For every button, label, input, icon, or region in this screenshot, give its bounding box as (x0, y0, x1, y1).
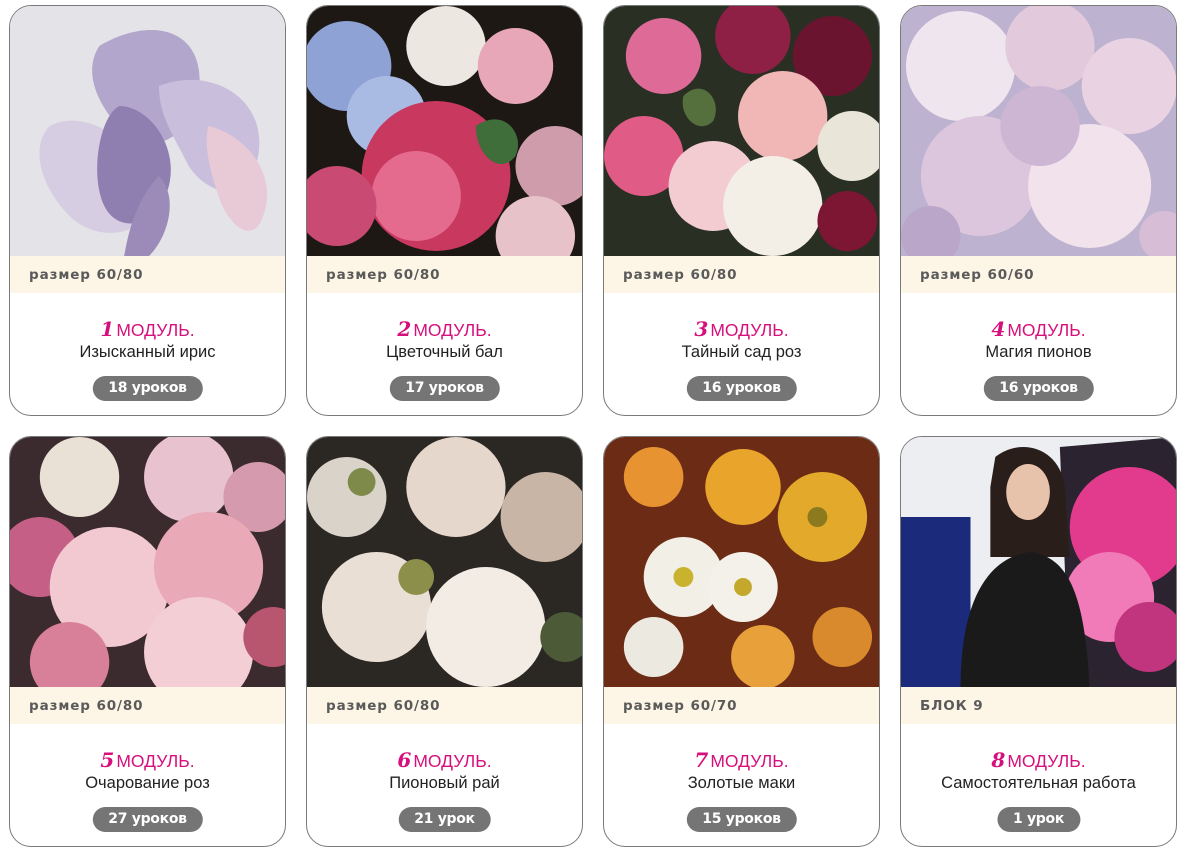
module-heading: 2 МОДУЛЬ. (307, 317, 582, 344)
module-heading: 6 МОДУЛЬ. (307, 748, 582, 775)
lessons-count-button[interactable]: 18 уроков (92, 376, 203, 401)
canvas-size-label: размер 60/60 (901, 256, 1176, 293)
module-heading: 8 МОДУЛЬ. (901, 748, 1176, 775)
module-title: Тайный сад роз (681, 343, 802, 361)
artist-with-painting-photo (901, 437, 1176, 687)
lessons-count-button[interactable]: 15 уроков (686, 807, 797, 832)
golden-poppies-painting (604, 437, 879, 687)
lessons-count-button[interactable]: 27 уроков (92, 807, 203, 832)
module-number: 2 (397, 317, 412, 341)
lessons-count-button[interactable]: 16 уроков (686, 376, 797, 401)
lessons-count-button[interactable]: 16 уроков (983, 376, 1094, 401)
module-heading: 5 МОДУЛЬ. (10, 748, 285, 775)
lessons-count-button[interactable]: 17 уроков (389, 376, 500, 401)
module-card-6[interactable]: размер 60/80 6 МОДУЛЬ. Пионовый рай 21 ур… (306, 436, 583, 847)
module-heading: 4 МОДУЛЬ. (901, 317, 1176, 344)
module-word: МОДУЛЬ. (413, 751, 492, 771)
canvas-size-label: размер 60/80 (307, 687, 582, 724)
lessons-count-button[interactable]: 21 урок (398, 807, 491, 832)
canvas-size-label: размер 60/80 (10, 256, 285, 293)
module-title: Изысканный ирис (79, 343, 216, 361)
module-word: МОДУЛЬ. (116, 751, 195, 771)
module-word: МОДУЛЬ. (1007, 320, 1086, 340)
module-title: Магия пионов (985, 343, 1092, 361)
module-heading: 3 МОДУЛЬ. (604, 317, 879, 344)
module-title: Очарование роз (85, 774, 210, 792)
canvas-size-label: размер 60/80 (604, 256, 879, 293)
module-card-2[interactable]: размер 60/80 2 МОДУЛЬ. Цветочный бал 17 у… (306, 5, 583, 416)
module-card-3[interactable]: размер 60/80 3 МОДУЛЬ. Тайный сад роз 16 … (603, 5, 880, 416)
module-word: МОДУЛЬ. (116, 320, 195, 340)
flower-ball-painting (307, 6, 582, 256)
module-title: Золотые маки (687, 774, 796, 792)
lessons-count-button[interactable]: 1 урок (996, 807, 1081, 832)
module-number: 3 (694, 317, 709, 341)
rose-charm-painting (10, 437, 285, 687)
module-number: 5 (100, 748, 115, 772)
module-number: 6 (397, 748, 412, 772)
secret-rose-garden-painting (604, 6, 879, 256)
canvas-size-label: размер 60/70 (604, 687, 879, 724)
module-word: МОДУЛЬ. (710, 751, 789, 771)
module-title: Пионовый рай (389, 774, 500, 792)
module-title: Самостоятельная работа (941, 774, 1136, 792)
module-number: 8 (991, 748, 1006, 772)
module-word: МОДУЛЬ. (710, 320, 789, 340)
module-word: МОДУЛЬ. (413, 320, 492, 340)
module-card-8[interactable]: БЛОК 9 8 МОДУЛЬ. Самостоятельная работа 1… (900, 436, 1177, 847)
peony-paradise-painting (307, 437, 582, 687)
block-label: БЛОК 9 (901, 687, 1176, 724)
module-number: 1 (100, 317, 115, 341)
module-heading: 1 МОДУЛЬ. (10, 317, 285, 344)
module-title: Цветочный бал (386, 343, 503, 361)
module-card-7[interactable]: размер 60/70 7 МОДУЛЬ. Золотые маки 15 ур… (603, 436, 880, 847)
module-word: МОДУЛЬ. (1007, 751, 1086, 771)
module-card-4[interactable]: размер 60/60 4 МОДУЛЬ. Магия пионов 16 ур… (900, 5, 1177, 416)
module-heading: 7 МОДУЛЬ. (604, 748, 879, 775)
module-number: 7 (694, 748, 709, 772)
module-card-5[interactable]: размер 60/80 5 МОДУЛЬ. Очарование роз 27 … (9, 436, 286, 847)
iris-painting (10, 6, 285, 256)
module-card-1[interactable]: размер 60/80 1 МОДУЛЬ. Изысканный ирис 18… (9, 5, 286, 416)
canvas-size-label: размер 60/80 (10, 687, 285, 724)
module-number: 4 (991, 317, 1006, 341)
peony-magic-painting (901, 6, 1176, 256)
canvas-size-label: размер 60/80 (307, 256, 582, 293)
